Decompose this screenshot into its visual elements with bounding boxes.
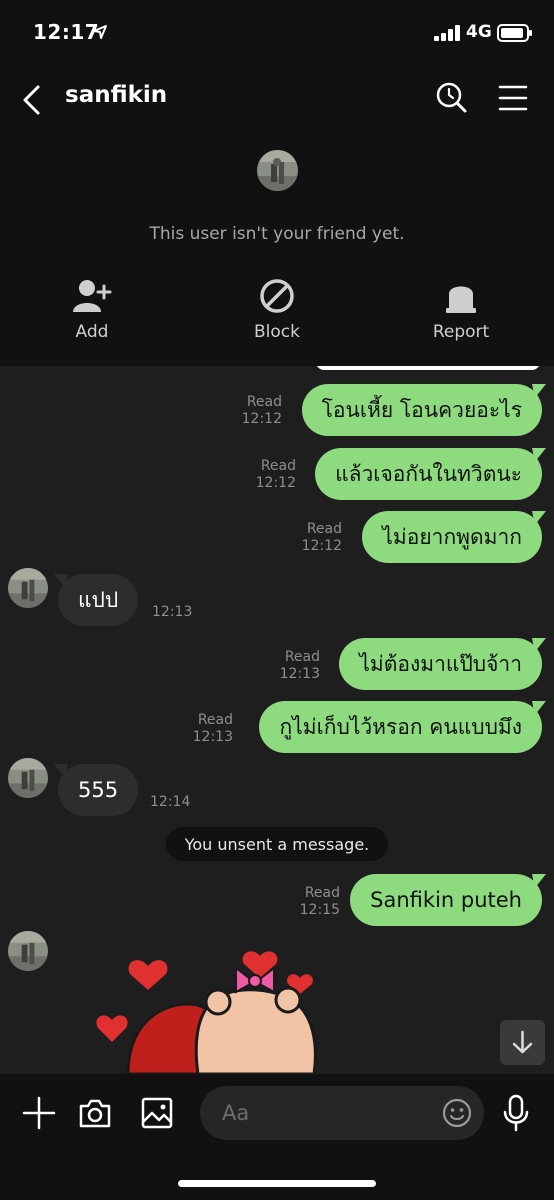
block-label: Block: [254, 322, 300, 342]
location-arrow-icon: [93, 25, 107, 39]
camera-icon[interactable]: [78, 1096, 112, 1130]
home-indicator: [178, 1180, 376, 1187]
chat-header: sanfikin This user isn't your friend yet…: [0, 66, 554, 366]
message-time: 12:13: [152, 604, 193, 620]
outgoing-message-bubble[interactable]: แล้วเจอกันในทวิตนะ: [315, 448, 542, 500]
message-meta: Read 12:13: [280, 649, 320, 683]
message-meta: Read 12:12: [242, 394, 282, 428]
menu-icon[interactable]: [498, 84, 528, 112]
report-label: Report: [432, 322, 490, 342]
block-button[interactable]: Block: [217, 278, 337, 342]
message-time: 12:14: [150, 794, 191, 810]
network-type: 4G: [466, 22, 492, 42]
message-time: 12:12: [301, 538, 342, 554]
arrow-down-icon: [512, 1030, 533, 1054]
message-meta: Read 12:12: [302, 521, 342, 555]
read-status: Read: [246, 394, 282, 410]
message-time: 12:13: [192, 729, 233, 745]
add-friend-icon: [73, 280, 112, 312]
message-list[interactable]: Read 12:12 โอนเหี้ย โอนควยอะไร Read 12:1…: [0, 366, 554, 1074]
add-label: Add: [75, 322, 109, 342]
microphone-icon[interactable]: [502, 1094, 530, 1132]
message-input-bar: [0, 1074, 554, 1200]
message-meta: Read 12:12: [256, 458, 296, 492]
report-button[interactable]: Report: [401, 278, 521, 342]
outgoing-message-bubble[interactable]: Sanfikin puteh: [350, 874, 542, 926]
block-icon: [260, 279, 294, 313]
read-status: Read: [304, 885, 340, 901]
message-input-container: [200, 1086, 484, 1140]
message-time: 12:15: [299, 902, 340, 918]
read-status: Read: [284, 649, 320, 665]
sender-avatar[interactable]: [8, 931, 48, 971]
unsent-notice: You unsent a message.: [166, 827, 388, 861]
status-bar: 12:17 4G: [0, 0, 554, 66]
message-time: 12:12: [255, 475, 296, 491]
chat-title: sanfikin: [65, 82, 168, 108]
outgoing-message-bubble[interactable]: กูไม่เก็บไว้หรอก คนแบบมึง: [259, 701, 542, 753]
back-chevron-icon[interactable]: [20, 84, 44, 116]
search-icon[interactable]: [434, 80, 468, 114]
previous-message-edge: [316, 366, 540, 370]
plus-icon[interactable]: [22, 1096, 56, 1130]
incoming-message-bubble[interactable]: แปป: [58, 574, 139, 626]
not-friend-notice: This user isn't your friend yet.: [149, 224, 405, 244]
image-icon[interactable]: [140, 1096, 174, 1130]
read-status: Read: [260, 458, 296, 474]
scroll-to-bottom-button[interactable]: [500, 1020, 545, 1065]
message-time: 12:12: [241, 411, 282, 427]
outgoing-message-bubble[interactable]: ไม่อยากพูดมาก: [362, 511, 542, 563]
outgoing-message-bubble[interactable]: โอนเหี้ย โอนควยอะไร: [301, 384, 542, 436]
incoming-message-bubble[interactable]: 555: [58, 764, 139, 816]
status-time: 12:17: [33, 20, 100, 44]
sender-avatar[interactable]: [8, 758, 48, 798]
message-time: 12:13: [279, 666, 320, 682]
outgoing-message-bubble[interactable]: ไม่ต้องมาแป๊บจ้าา: [339, 638, 542, 690]
bear-sticker[interactable]: [88, 946, 328, 1074]
read-status: Read: [306, 521, 342, 537]
report-icon: [446, 286, 476, 313]
message-meta: Read 12:13: [193, 712, 233, 746]
add-friend-button[interactable]: Add: [32, 278, 152, 342]
sender-avatar[interactable]: [8, 568, 48, 608]
battery-icon: [497, 24, 532, 42]
read-status: Read: [197, 712, 233, 728]
message-input[interactable]: [222, 1097, 422, 1129]
emoji-icon[interactable]: [442, 1098, 472, 1128]
message-meta: Read 12:15: [300, 885, 340, 919]
profile-avatar[interactable]: [257, 150, 298, 191]
signal-bars-icon: [434, 25, 460, 41]
